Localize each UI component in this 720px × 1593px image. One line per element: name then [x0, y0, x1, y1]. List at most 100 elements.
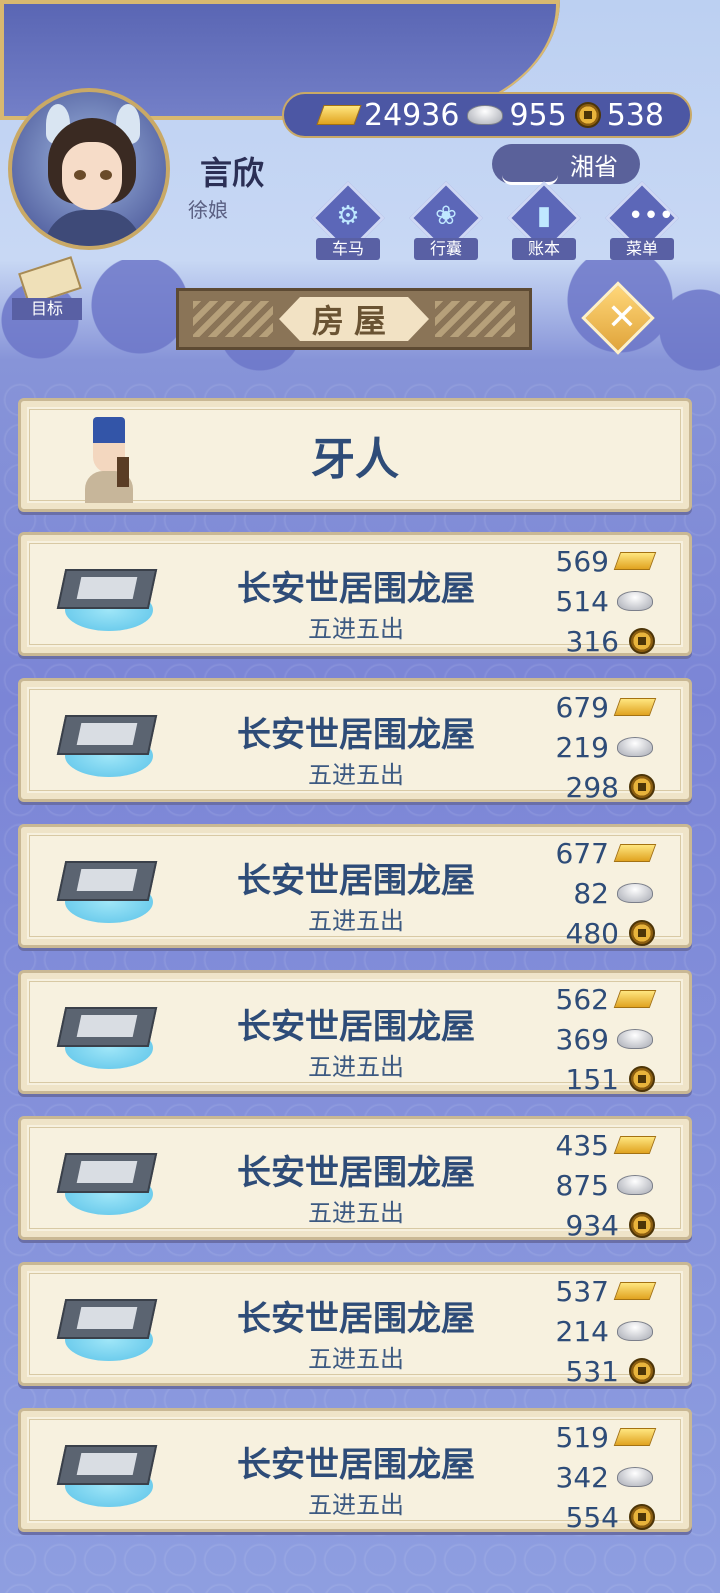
house-yard — [76, 1161, 138, 1183]
plaque-decor-left — [193, 301, 273, 337]
house-image — [56, 707, 158, 779]
house-yard — [76, 1307, 138, 1329]
price-gold-value: 679 — [555, 690, 609, 724]
gold-ingot-icon — [613, 1282, 657, 1300]
house-image — [56, 999, 158, 1071]
price-silver: 219 — [539, 727, 659, 767]
copper-coin-icon — [574, 102, 601, 128]
house-card[interactable]: 长安世居围龙屋 五进五出 562 369 151 — [18, 970, 692, 1096]
price-coin-value: 934 — [565, 1208, 619, 1242]
gold-ingot-icon — [613, 990, 657, 1008]
region-button[interactable]: 湘省 — [492, 144, 640, 185]
price-coin-value: 531 — [565, 1354, 619, 1388]
price-silver: 514 — [539, 581, 659, 621]
menu-bag-button[interactable]: ❀ 行囊 — [408, 181, 484, 262]
copper-coin-icon — [629, 1504, 655, 1530]
broker-label: 牙人 — [311, 434, 399, 485]
house-name: 长安世居围龙屋 — [237, 1299, 475, 1339]
house-prices: 562 369 151 — [539, 979, 659, 1099]
house-card[interactable]: 长安世居围龙屋 五进五出 537 214 531 — [18, 1262, 692, 1388]
house-card[interactable]: 长安世居围龙屋 五进五出 677 82 480 — [18, 824, 692, 950]
price-silver: 875 — [539, 1165, 659, 1205]
menu-carriage-button[interactable]: ⚙ 车马 — [310, 181, 386, 262]
silver-ingot-icon — [617, 1321, 653, 1341]
copper-coin-icon — [629, 920, 655, 946]
house-name: 长安世居围龙屋 — [237, 569, 475, 609]
coin-amount: 538 — [606, 97, 664, 133]
house-image — [56, 1291, 158, 1363]
gold-ingot-icon — [613, 1136, 657, 1154]
copper-coin-icon — [629, 628, 655, 654]
price-silver-value: 82 — [573, 876, 609, 910]
currency-bar: 24936 955 538 — [282, 92, 692, 138]
close-icon[interactable]: ✕ — [604, 296, 640, 340]
price-coin: 934 — [539, 1205, 659, 1245]
player-avatar[interactable] — [8, 88, 170, 250]
house-name: 长安世居围龙屋 — [237, 1007, 475, 1047]
house-card[interactable]: 长安世居围龙屋 五进五出 679 219 298 — [18, 678, 692, 804]
price-gold: 435 — [539, 1125, 659, 1165]
silver-ingot-icon — [617, 591, 653, 611]
avatar-eye-left — [74, 170, 86, 180]
goal-label: 目标 — [12, 298, 82, 320]
gold-ingot-icon — [613, 844, 657, 862]
copper-coin-icon — [629, 1358, 655, 1384]
price-gold: 562 — [539, 979, 659, 1019]
house-layout: 五进五出 — [308, 1491, 404, 1519]
more-icon: ••• — [628, 201, 675, 231]
price-coin-value: 316 — [565, 624, 619, 658]
house-name: 长安世居围龙屋 — [237, 715, 475, 755]
price-gold-value: 562 — [555, 982, 609, 1016]
price-coin: 480 — [539, 913, 659, 953]
price-silver-value: 514 — [555, 584, 609, 618]
price-coin: 554 — [539, 1497, 659, 1537]
price-gold: 677 — [539, 833, 659, 873]
page-title-plaque: 房屋 — [176, 288, 532, 350]
price-silver: 214 — [539, 1311, 659, 1351]
silver-ingot-icon — [617, 883, 653, 903]
broker-card[interactable]: 牙人 — [18, 398, 692, 512]
price-silver-value: 214 — [555, 1314, 609, 1348]
player-name: 言欣 — [200, 154, 265, 192]
price-coin-value: 298 — [565, 770, 619, 804]
page-title: 房屋 — [279, 297, 429, 341]
silver-ingot-icon — [617, 1175, 653, 1195]
house-layout: 五进五出 — [308, 1345, 404, 1373]
avatar-body — [44, 210, 142, 246]
house-layout: 五进五出 — [308, 615, 404, 643]
house-card[interactable]: 长安世居围龙屋 五进五出 519 342 554 — [18, 1408, 692, 1534]
silver-ingot-icon — [467, 105, 504, 125]
house-layout: 五进五出 — [308, 907, 404, 935]
goal-button[interactable]: 目标 — [12, 256, 82, 322]
silver-ingot-icon — [617, 737, 653, 757]
menu-more-button[interactable]: ••• 菜单 — [604, 181, 680, 262]
house-prices: 519 342 554 — [539, 1417, 659, 1537]
copper-coin-icon — [629, 1212, 655, 1238]
copper-coin-icon — [629, 1066, 655, 1092]
silver-ingot-icon — [617, 1467, 653, 1487]
price-coin: 298 — [539, 767, 659, 807]
house-image — [56, 1437, 158, 1509]
price-silver: 369 — [539, 1019, 659, 1059]
price-silver: 342 — [539, 1457, 659, 1497]
menu-ledger-button[interactable]: ▮ 账本 — [506, 181, 582, 262]
silver-amount: 955 — [509, 97, 567, 133]
silver-ingot-icon — [617, 1029, 653, 1049]
price-gold: 679 — [539, 687, 659, 727]
price-silver-value: 369 — [555, 1022, 609, 1056]
house-layout: 五进五出 — [308, 1199, 404, 1227]
house-yard — [76, 1453, 138, 1475]
house-image — [56, 561, 158, 633]
house-card[interactable]: 长安世居围龙屋 五进五出 435 875 934 — [18, 1116, 692, 1242]
price-gold-value: 677 — [555, 836, 609, 870]
house-image — [56, 853, 158, 925]
house-prices: 569 514 316 — [539, 541, 659, 661]
region-label: 湘省 — [570, 152, 618, 181]
house-card[interactable]: 长安世居围龙屋 五进五出 569 514 316 — [18, 532, 692, 658]
carriage-icon: ⚙ — [336, 201, 360, 231]
price-coin-value: 480 — [565, 916, 619, 950]
inkwell-icon — [502, 148, 558, 185]
house-name: 长安世居围龙屋 — [237, 861, 475, 901]
price-gold: 519 — [539, 1417, 659, 1457]
house-prices: 677 82 480 — [539, 833, 659, 953]
